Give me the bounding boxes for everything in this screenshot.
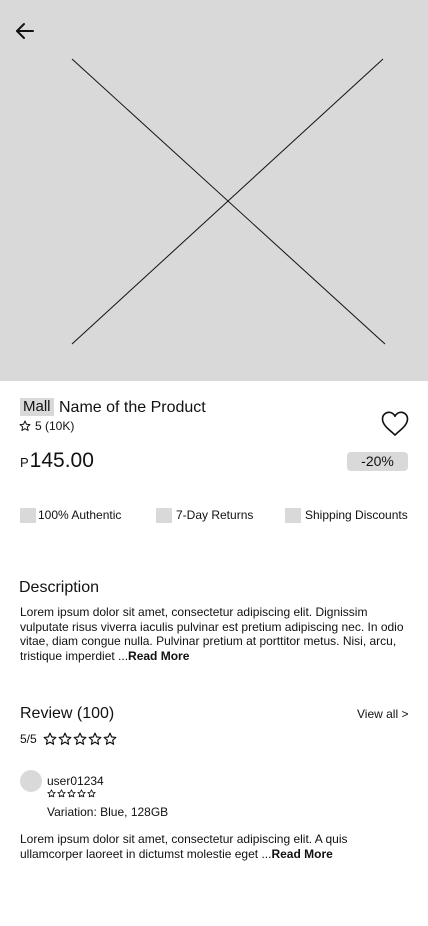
star-outline-icon [47,789,56,798]
back-button[interactable] [12,18,38,44]
image-placeholder-icon [71,58,386,345]
rating-text: 5 (10K) [35,419,75,433]
mall-badge: Mall [20,398,54,416]
review-variation: Variation: Blue, 128GB [47,805,169,819]
product-image-placeholder [0,0,428,381]
star-outline-icon [67,789,76,798]
feature-label: 7-Day Returns [176,508,254,522]
star-outline-icon [19,420,31,432]
feature-label: 100% Authentic [38,508,122,522]
product-price: P 145.00 [20,449,94,473]
description-body: Lorem ipsum dolor sit amet, consectetur … [20,605,412,663]
arrow-left-icon [16,23,34,39]
star-outline-icon [77,789,86,798]
review-username: user01234 [47,774,104,788]
review-body: Lorem ipsum dolor sit amet, consectetur … [20,832,400,861]
authentic-icon [20,507,36,523]
heart-icon [381,411,409,436]
star-outline-icon [103,732,117,746]
review-user-stars [47,789,97,798]
read-more-link[interactable]: Read More [271,847,332,861]
product-name: Name of the Product [59,399,206,416]
review-score-stars [43,732,118,746]
avatar [20,770,42,792]
feature-label: Shipping Discounts [305,508,408,522]
star-outline-icon [57,789,66,798]
review-score-text: 5/5 [20,731,37,746]
review-title: Review (100) [20,705,115,722]
star-outline-icon [73,732,87,746]
read-more-link[interactable]: Read More [128,649,189,663]
shipping-icon [285,507,301,523]
price-amount: 145.00 [29,449,94,472]
product-rating: 5 (10K) [19,418,74,434]
star-outline-icon [87,789,96,798]
feature-returns: 7-Day Returns [156,507,253,523]
feature-shipping: Shipping Discounts [285,507,408,523]
returns-icon [156,507,172,523]
star-outline-icon [88,732,102,746]
star-outline-icon [58,732,72,746]
description-text: Lorem ipsum dolor sit amet, consectetur … [20,605,404,663]
review-score: 5/5 [20,731,118,746]
wishlist-button[interactable] [380,410,410,438]
description-title: Description [19,579,100,596]
price-currency: P [20,455,29,470]
feature-authentic: 100% Authentic [20,507,121,523]
discount-badge: -20% [347,452,408,471]
star-outline-icon [43,732,57,746]
view-all-reviews-link[interactable]: View all > [357,707,408,721]
